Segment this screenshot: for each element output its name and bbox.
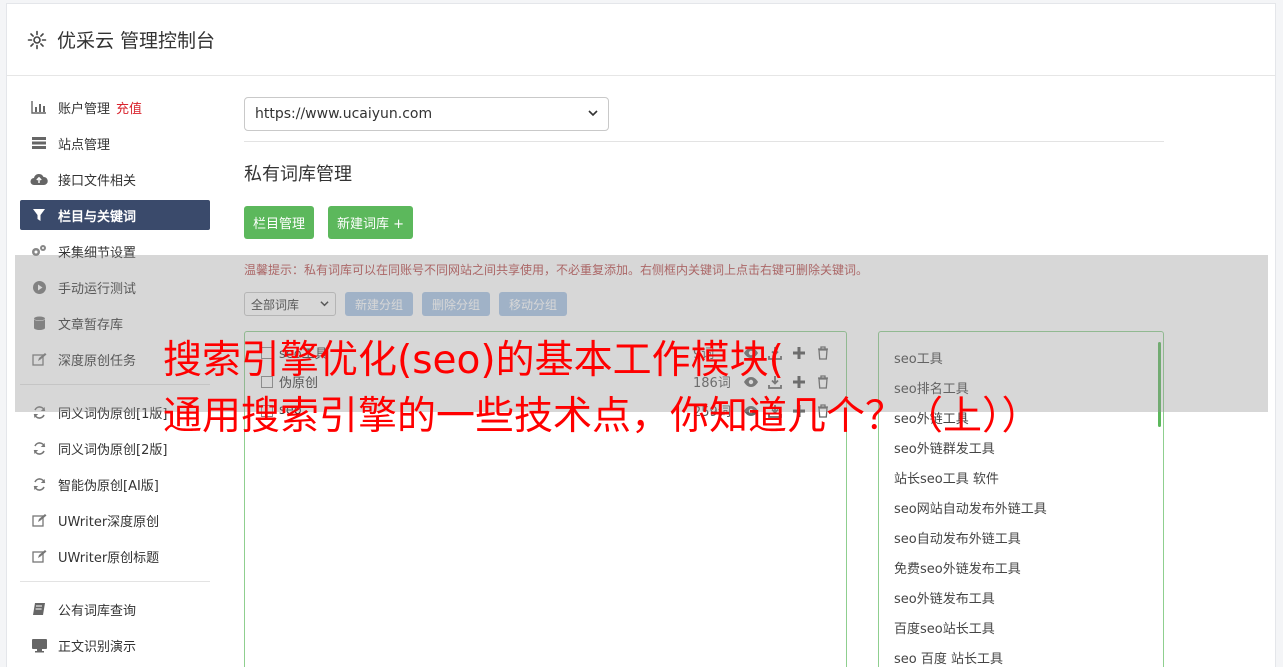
keyword-item[interactable]: seo网站自动发布外链工具 <box>879 492 1163 522</box>
sidebar-item-label: UWriter原创标题 <box>58 550 160 566</box>
overlay-line-2: 通用搜索引擎的一些技术点，你知道几个？（上）） <box>163 394 1041 439</box>
sidebar-item[interactable]: 栏目与关键词 <box>20 200 210 230</box>
sidebar-item[interactable]: 接口文件相关 <box>20 164 210 194</box>
sidebar-item-label: 站点管理 <box>58 137 111 153</box>
refresh-icon <box>30 439 48 457</box>
site-select[interactable]: https://www.ucaiyun.com <box>244 97 609 131</box>
new-library-button[interactable]: 新建词库 + <box>328 206 414 239</box>
header: 优采云 管理控制台 <box>7 4 1275 76</box>
keyword-item[interactable]: 百度seo站长工具 <box>879 612 1163 642</box>
keyword-item[interactable]: 免费seo外链发布工具 <box>879 552 1163 582</box>
overlay-line-1: 搜索引擎优化(seo)的基本工作模块( <box>163 338 784 383</box>
sidebar-item[interactable]: 正文识别演示 <box>20 630 210 660</box>
sidebar-item-label: 栏目与关键词 <box>58 209 137 225</box>
sidebar-divider <box>20 581 210 582</box>
sidebar-item[interactable]: UWriter深度原创 <box>20 505 210 535</box>
sidebar-item[interactable]: 站点管理 <box>20 128 210 158</box>
keyword-item[interactable]: 站长seo工具 软件 <box>879 462 1163 492</box>
sidebar-item-label: UWriter深度原创 <box>58 514 160 530</box>
sidebar-item-label: 正文识别演示 <box>58 639 137 655</box>
sidebar-item-label: 接口文件相关 <box>58 173 137 189</box>
edit-icon <box>30 511 48 529</box>
column-manage-button[interactable]: 栏目管理 <box>244 206 315 239</box>
chevron-down-icon <box>588 106 598 122</box>
monitor-icon <box>30 636 48 654</box>
section-title: 私有词库管理 <box>244 164 352 185</box>
sidebar-item-label: 智能伪原创[AI版] <box>58 478 159 494</box>
keyword-item[interactable]: seo外链发布工具 <box>879 582 1163 612</box>
recharge-link[interactable]: 充值 <box>116 98 142 117</box>
sidebar-item-label: 同义词伪原创[2版] <box>58 442 168 458</box>
edit-icon <box>30 547 48 565</box>
sidebar-item[interactable]: UWriter原创标题 <box>20 541 210 571</box>
gear-icon <box>27 30 47 50</box>
overlay-headline: 搜索引擎优化(seo)的基本工作模块( 通用搜索引擎的一些技术点，你知道几个？（… <box>163 333 1041 445</box>
sidebar-item[interactable]: 公有词库查询 <box>20 594 210 624</box>
sidebar-item[interactable]: 账户管理 充值 <box>20 92 210 122</box>
book-icon <box>30 600 48 618</box>
divider <box>244 141 1164 142</box>
sidebar-item[interactable]: 智能伪原创[AI版] <box>20 469 210 499</box>
sidebar-item-label: 公有词库查询 <box>58 603 137 619</box>
page-title: 优采云 管理控制台 <box>57 30 216 52</box>
keyword-item[interactable]: seo自动发布外链工具 <box>879 522 1163 552</box>
refresh-icon <box>30 475 48 493</box>
filter-icon <box>30 206 48 224</box>
keyword-item[interactable]: seo 百度 站长工具 <box>879 642 1163 667</box>
server-icon <box>30 134 48 152</box>
site-select-value: https://www.ucaiyun.com <box>255 106 433 122</box>
cloud-upload-icon <box>30 170 48 188</box>
sidebar-item-label: 账户管理 <box>58 101 111 117</box>
bar-chart-icon <box>30 98 48 116</box>
